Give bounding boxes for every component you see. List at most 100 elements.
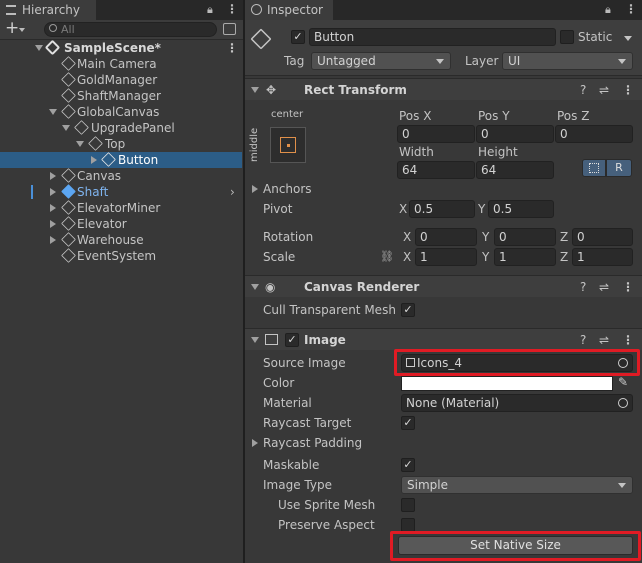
presets-icon[interactable]: ⇌ (599, 280, 609, 294)
hierarchy-item-shaft-manager[interactable]: ShaftManager (0, 88, 242, 104)
pivot-y-field[interactable]: 0.5 (488, 200, 554, 218)
search-by-type-icon[interactable] (223, 23, 236, 35)
color-swatch[interactable] (401, 376, 613, 391)
material-field[interactable]: None (Material) (401, 394, 633, 412)
pos-z-field[interactable]: 0 (555, 125, 633, 143)
use-sprite-mesh-checkbox[interactable] (401, 498, 415, 512)
image-icon (265, 334, 278, 345)
fold-arrow[interactable] (50, 188, 56, 196)
hierarchy-item-elevator-miner[interactable]: ElevatorMiner (0, 200, 242, 216)
color-label: Color (263, 376, 295, 390)
object-name-field[interactable]: Button (309, 28, 556, 46)
raycast-padding-label[interactable]: Raycast Padding (263, 436, 362, 450)
width-field[interactable]: 64 (397, 161, 475, 179)
fold-arrow[interactable] (50, 204, 56, 212)
chevron-right-icon[interactable]: › (230, 184, 235, 200)
fold-arrow[interactable] (91, 156, 97, 164)
canvas-renderer-title: Canvas Renderer (304, 280, 420, 294)
help-icon[interactable]: ? (580, 333, 586, 347)
tab-hierarchy[interactable]: Hierarchy (0, 0, 96, 20)
scene-menu-icon[interactable]: ⋮ (226, 40, 238, 56)
rotation-x-field[interactable]: 0 (415, 228, 477, 246)
static-dropdown-icon[interactable] (624, 36, 632, 41)
rotation-z-field[interactable]: 0 (572, 228, 633, 246)
scale-x-field[interactable]: 1 (415, 248, 477, 266)
more-menu-icon[interactable]: ⋮ (625, 2, 637, 16)
scene-row[interactable]: SampleScene* ⋮ (0, 39, 242, 56)
fold-arrow[interactable] (49, 109, 57, 115)
scale-label: Scale (263, 250, 296, 264)
image-enabled-checkbox[interactable]: ✓ (285, 333, 299, 347)
image-header[interactable]: ✓ Image ? ⇌ ⋮ (245, 328, 642, 350)
constrain-proportions-icon[interactable]: ⛓ (380, 250, 394, 263)
anchors-fold-arrow[interactable] (252, 185, 258, 193)
add-dropdown-icon[interactable] (19, 28, 25, 32)
static-checkbox[interactable] (560, 30, 574, 44)
hierarchy-item-warehouse[interactable]: Warehouse (0, 232, 242, 248)
help-icon[interactable]: ? (580, 83, 586, 97)
raycast-target-checkbox[interactable]: ✓ (401, 416, 415, 430)
component-menu-icon[interactable]: ⋮ (622, 280, 634, 294)
fold-arrow[interactable] (251, 87, 259, 93)
fold-arrow[interactable] (251, 337, 259, 343)
hierarchy-item-main-camera[interactable]: Main Camera (0, 56, 242, 72)
width-label: Width (399, 145, 434, 159)
hierarchy-toolbar: + All (0, 18, 243, 40)
more-menu-icon[interactable]: ⋮ (226, 2, 238, 16)
pivot-label: Pivot (263, 202, 293, 216)
scale-y-field[interactable]: 1 (494, 248, 556, 266)
help-icon[interactable]: ? (580, 280, 586, 294)
scene-fold-arrow[interactable] (35, 45, 43, 51)
lock-icon[interactable]: 🔒︎ (605, 3, 611, 17)
fold-arrow[interactable] (76, 141, 84, 147)
fold-arrow[interactable] (50, 172, 56, 180)
hierarchy-item-top[interactable]: Top (0, 136, 242, 152)
fold-arrow[interactable] (50, 220, 56, 228)
rect-transform-header[interactable]: ✥ Rect Transform ? ⇌ ⋮ (245, 78, 642, 100)
anchor-horizontal-label: center (271, 109, 304, 120)
fold-arrow[interactable] (251, 284, 259, 290)
tag-dropdown[interactable]: Untagged (311, 52, 451, 70)
hierarchy-item-event-system[interactable]: EventSystem (0, 248, 242, 264)
hierarchy-list-icon (6, 5, 16, 15)
lock-icon[interactable]: 🔒︎ (207, 3, 213, 17)
component-menu-icon[interactable]: ⋮ (622, 333, 634, 347)
scale-z-field[interactable]: 1 (572, 248, 633, 266)
hierarchy-item-elevator[interactable]: Elevator (0, 216, 242, 232)
gameobject-icon (101, 152, 116, 167)
raw-edit-button[interactable]: R (606, 159, 632, 177)
pivot-x-field[interactable]: 0.5 (409, 200, 475, 218)
anchors-label[interactable]: Anchors (263, 182, 312, 196)
anchor-presets-button[interactable] (270, 127, 306, 163)
active-checkbox[interactable]: ✓ (291, 30, 305, 44)
image-type-dropdown[interactable]: Simple (401, 476, 633, 494)
rotation-y-field[interactable]: 0 (494, 228, 556, 246)
pos-x-field[interactable]: 0 (397, 125, 475, 143)
presets-icon[interactable]: ⇌ (599, 333, 609, 347)
fold-arrow[interactable] (50, 236, 56, 244)
search-input[interactable]: All (44, 22, 217, 37)
fold-arrow[interactable] (62, 125, 70, 131)
add-button[interactable]: + (5, 18, 19, 38)
blueprint-mode-button[interactable] (582, 159, 606, 177)
canvas-renderer-header[interactable]: ◉ Canvas Renderer ? ⇌ ⋮ (245, 275, 642, 297)
cull-transparent-mesh-checkbox[interactable]: ✓ (401, 303, 415, 317)
hierarchy-item-canvas[interactable]: Canvas (0, 168, 242, 184)
hierarchy-item-button[interactable]: Button (0, 152, 242, 168)
tab-inspector[interactable]: Inspector (245, 0, 333, 20)
hierarchy-item-gold-manager[interactable]: GoldManager (0, 72, 242, 88)
object-picker-icon[interactable] (618, 398, 628, 408)
presets-icon[interactable]: ⇌ (599, 83, 609, 97)
maskable-checkbox[interactable]: ✓ (401, 458, 415, 472)
component-menu-icon[interactable]: ⋮ (622, 83, 634, 97)
anchor-vertical-label: middle (249, 127, 260, 162)
hierarchy-item-shaft[interactable]: Shaft › (0, 184, 242, 200)
hierarchy-item-upgrade-panel[interactable]: UpgradePanel (0, 120, 242, 136)
height-field[interactable]: 64 (476, 161, 554, 179)
layer-dropdown[interactable]: UI (502, 52, 633, 70)
eyedropper-icon[interactable]: ✎ (618, 375, 628, 389)
raycast-padding-fold-arrow[interactable] (252, 439, 258, 447)
hierarchy-item-global-canvas[interactable]: GlobalCanvas (0, 104, 242, 120)
pos-y-field[interactable]: 0 (476, 125, 554, 143)
preserve-aspect-checkbox[interactable] (401, 518, 415, 532)
